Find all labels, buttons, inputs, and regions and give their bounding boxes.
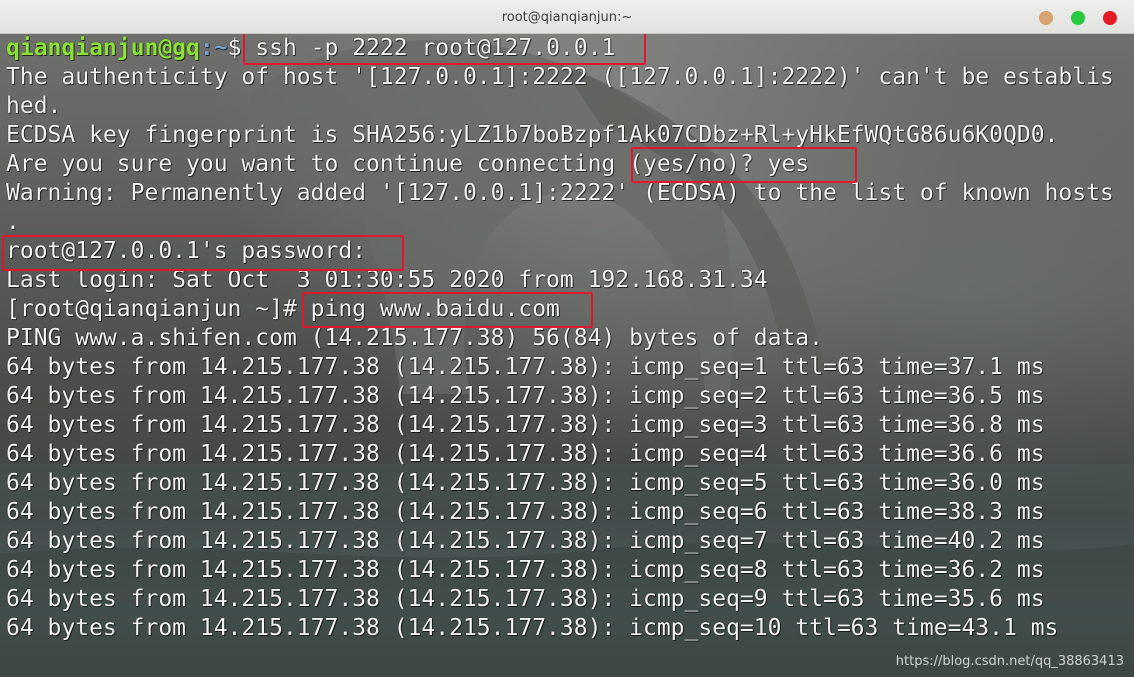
terminal-line-7: . bbox=[6, 209, 20, 235]
terminal-window: root@qianqianjun:~ qianqianjun@gq:~$ ssh… bbox=[0, 0, 1134, 677]
ping-reply-3: 64 bytes from 14.215.177.38 (14.215.177.… bbox=[6, 412, 1045, 438]
ping-reply-4: 64 bytes from 14.215.177.38 (14.215.177.… bbox=[6, 441, 1045, 467]
prompt-path: :~ bbox=[199, 35, 228, 61]
ping-reply-9: 64 bytes from 14.215.177.38 (14.215.177.… bbox=[6, 586, 1045, 612]
highlight-box-ssh-command bbox=[243, 34, 646, 65]
highlight-box-ping-command bbox=[302, 292, 593, 328]
window-title: root@qianqianjun:~ bbox=[501, 10, 633, 25]
terminal-line-2: The authenticity of host '[127.0.0.1]:22… bbox=[6, 64, 1114, 90]
ping-reply-7: 64 bytes from 14.215.177.38 (14.215.177.… bbox=[6, 528, 1045, 554]
terminal-output[interactable]: qianqianjun@gq:~$ ssh -p 2222 root@127.0… bbox=[0, 34, 1134, 677]
minimize-button[interactable] bbox=[1039, 11, 1053, 25]
terminal-line-4: ECDSA key fingerprint is SHA256:yLZ1b7bo… bbox=[6, 122, 1059, 148]
prompt-user-host: qianqianjun@gq bbox=[6, 35, 200, 61]
close-button[interactable] bbox=[1103, 11, 1117, 25]
ping-reply-2: 64 bytes from 14.215.177.38 (14.215.177.… bbox=[6, 383, 1045, 409]
ping-reply-1: 64 bytes from 14.215.177.38 (14.215.177.… bbox=[6, 354, 1045, 380]
highlight-box-password-prompt bbox=[2, 235, 404, 271]
highlight-box-yes-answer bbox=[631, 147, 857, 183]
terminal-line-6: Warning: Permanently added '[127.0.0.1]:… bbox=[6, 180, 1114, 206]
maximize-button[interactable] bbox=[1071, 11, 1085, 25]
ping-reply-6: 64 bytes from 14.215.177.38 (14.215.177.… bbox=[6, 499, 1045, 525]
ping-reply-8: 64 bytes from 14.215.177.38 (14.215.177.… bbox=[6, 557, 1045, 583]
watermark-url: https://blog.csdn.net/qq_38863413 bbox=[895, 654, 1124, 669]
ping-reply-10: 64 bytes from 14.215.177.38 (14.215.177.… bbox=[6, 615, 1059, 641]
terminal-line-11: PING www.a.shifen.com (14.215.177.38) 56… bbox=[6, 325, 823, 351]
title-bar[interactable]: root@qianqianjun:~ bbox=[0, 0, 1134, 34]
terminal-line-3: hed. bbox=[6, 93, 62, 119]
ping-reply-5: 64 bytes from 14.215.177.38 (14.215.177.… bbox=[6, 470, 1045, 496]
